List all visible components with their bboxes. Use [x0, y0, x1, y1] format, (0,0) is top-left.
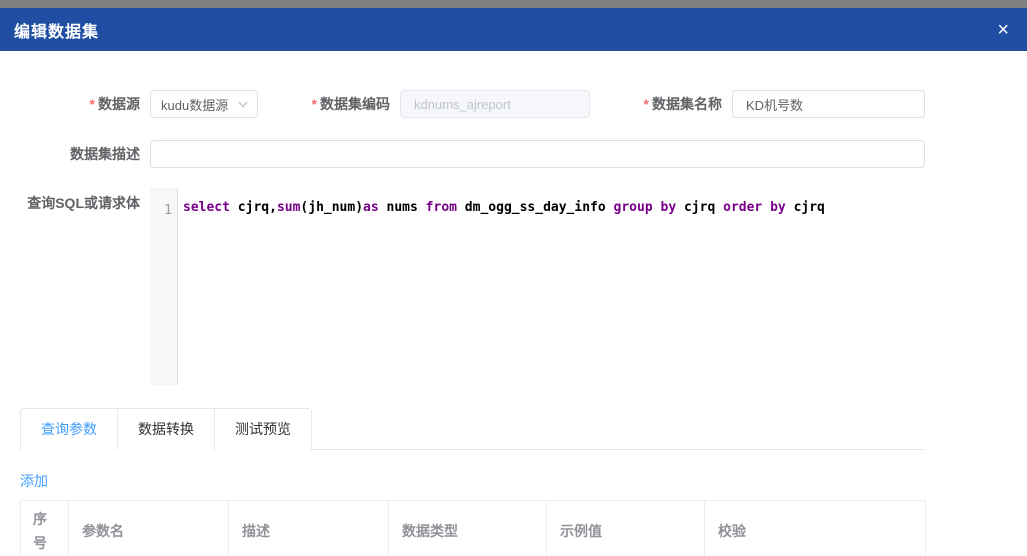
datasource-select[interactable]: kudu数据源 — [150, 90, 258, 118]
modal-header: 编辑数据集 × — [0, 8, 1027, 51]
tab-query-params[interactable]: 查询参数 — [21, 409, 117, 451]
tabs-nav: 查询参数 数据转换 测试预览 — [20, 408, 312, 450]
dataset-code-label: *数据集编码 — [258, 94, 400, 114]
params-table-header-row: 序号 参数名 描述 数据类型 示例值 校验 — [21, 501, 926, 556]
tab-bar: 查询参数 数据转换 测试预览 — [20, 408, 925, 450]
col-header-index: 序号 — [21, 501, 69, 556]
dataset-name-label: *数据集名称 — [590, 94, 732, 114]
dataset-desc-input[interactable] — [150, 140, 925, 168]
sql-code-line: select cjrq,sum(jh_num)as nums from dm_o… — [183, 199, 925, 216]
col-header-data-type: 数据类型 — [389, 501, 547, 556]
datasource-label: *数据源 — [20, 94, 150, 114]
close-icon[interactable]: × — [997, 20, 1009, 40]
modal-body: *数据源 kudu数据源 *数据集编码 *数据集名称 数据集描述 查询SQL或请… — [20, 90, 925, 556]
line-number: 1 — [164, 203, 172, 218]
add-param-link[interactable]: 添加 — [20, 471, 48, 491]
desktop-top-strip — [0, 0, 1027, 8]
required-mark: * — [644, 96, 649, 112]
datasource-select-value: kudu数据源 — [161, 95, 237, 114]
tab-data-transform[interactable]: 数据转换 — [117, 409, 214, 450]
dataset-desc-label: 数据集描述 — [20, 144, 150, 164]
sql-editor[interactable]: 1 select cjrq,sum(jh_num)as nums from dm… — [150, 188, 925, 385]
sql-editor-gutter: 1 — [150, 188, 178, 385]
required-mark: * — [90, 96, 95, 112]
form-row-2: 数据集描述 — [20, 140, 925, 168]
dataset-name-input[interactable] — [732, 90, 925, 118]
col-header-param-name: 参数名 — [69, 501, 229, 556]
params-table: 序号 参数名 描述 数据类型 示例值 校验 — [20, 500, 926, 556]
tab-test-preview[interactable]: 测试预览 — [214, 409, 311, 450]
sql-code-area: select cjrq,sum(jh_num)as nums from dm_o… — [178, 188, 925, 385]
modal-title: 编辑数据集 — [14, 18, 99, 42]
dataset-code-input — [400, 90, 590, 118]
sql-section: 查询SQL或请求体 1 select cjrq,sum(jh_num)as nu… — [20, 188, 925, 385]
sql-label: 查询SQL或请求体 — [20, 188, 150, 385]
col-header-validation: 校验 — [705, 501, 926, 556]
col-header-description: 描述 — [229, 501, 389, 556]
chevron-down-icon — [237, 98, 249, 110]
col-header-example-value: 示例值 — [547, 501, 705, 556]
required-mark: * — [312, 96, 317, 112]
form-row-1: *数据源 kudu数据源 *数据集编码 *数据集名称 — [20, 90, 925, 118]
